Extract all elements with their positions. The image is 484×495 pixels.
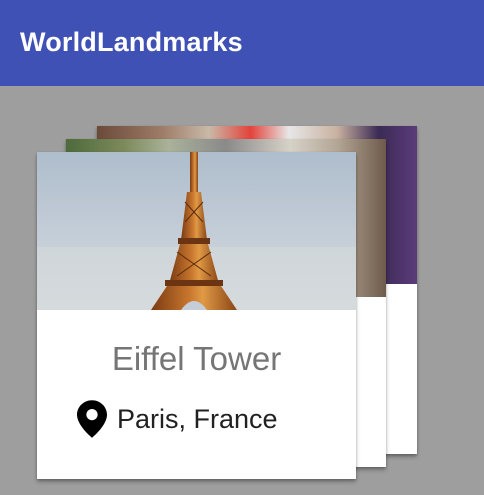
eiffel-tower-image — [37, 152, 356, 310]
landmark-card[interactable]: Eiffel Tower Paris, France — [37, 152, 356, 479]
app-bar: WorldLandmarks — [0, 0, 484, 86]
landmark-photo — [37, 152, 356, 310]
landmark-name: Eiffel Tower — [111, 340, 282, 377]
app-title: WorldLandmarks — [20, 27, 243, 57]
location-pin-icon — [77, 400, 107, 438]
card-content: Eiffel Tower Paris, France — [37, 310, 356, 479]
location-row: Paris, France — [77, 400, 278, 438]
landmark-location: Paris, France — [117, 404, 278, 434]
